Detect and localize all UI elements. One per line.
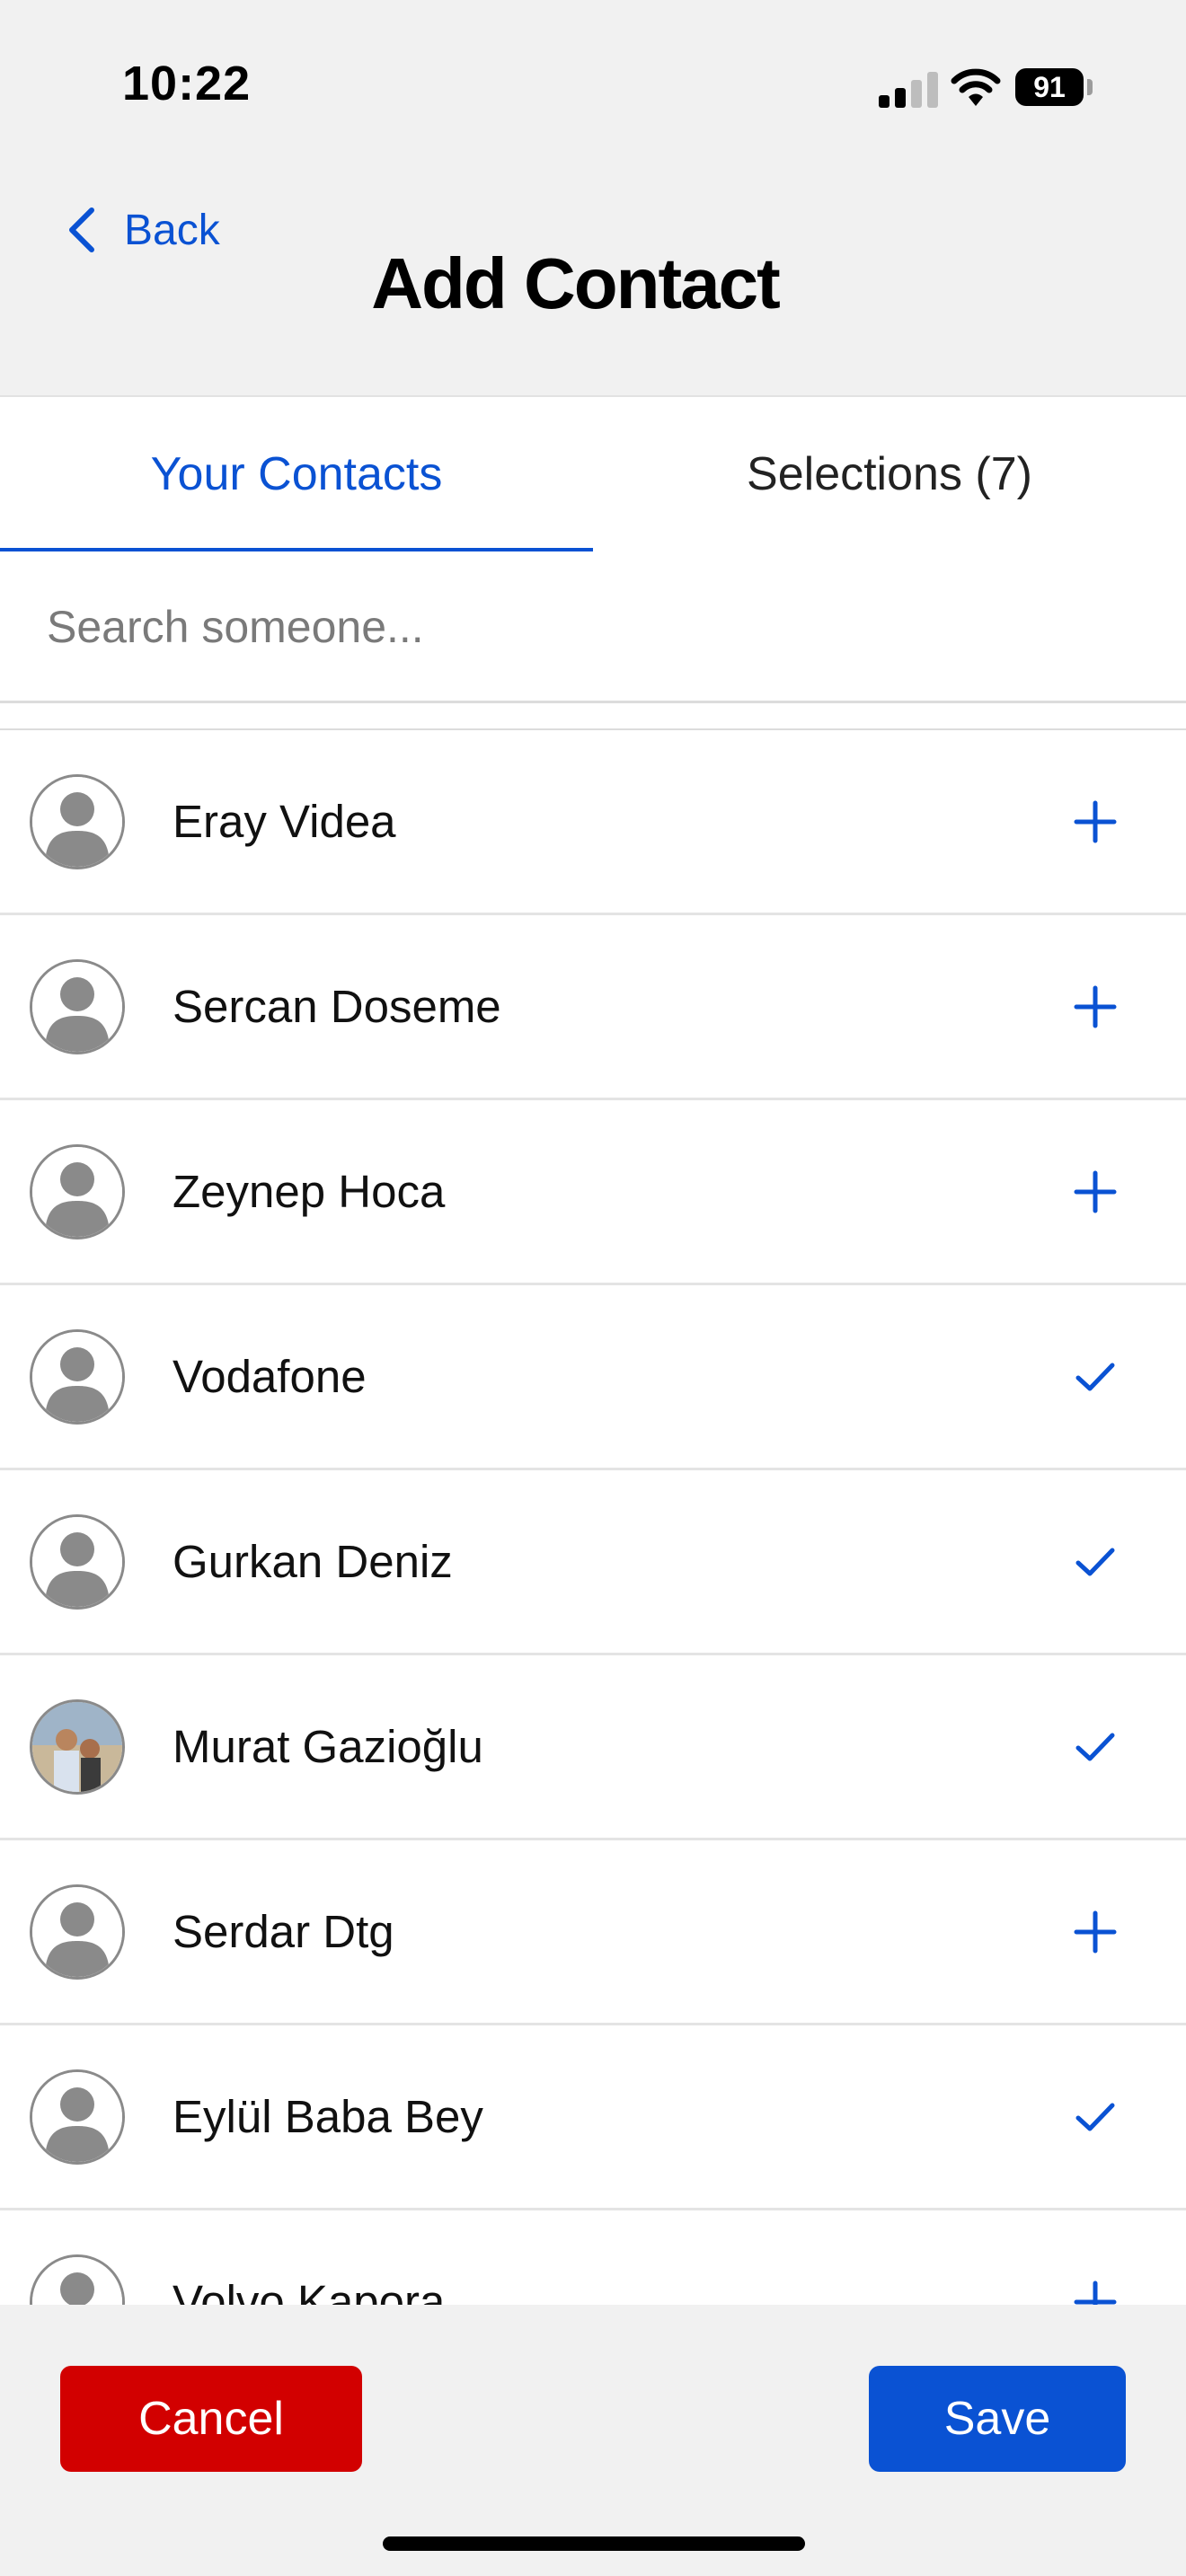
checkmark-icon[interactable] [1071,1353,1120,1401]
contact-row[interactable]: Murat Gazioğlu [0,1655,1186,1840]
home-indicator [383,2536,805,2551]
contact-name: Eylül Baba Bey [173,2091,483,2142]
contact-name: Murat Gazioğlu [173,1721,483,1772]
contact-row[interactable]: Vodafone [0,1285,1186,1470]
contact-name: Gurkan Deniz [173,1536,453,1587]
contact-name: Eray Videa [173,796,396,847]
contact-name: Sercan Doseme [173,981,501,1032]
cancel-button[interactable]: Cancel [60,2366,362,2472]
contact-name: Zeynep Hoca [173,1166,446,1217]
plus-icon[interactable] [1071,798,1120,846]
contact-row[interactable]: Volvo Kapora [0,2210,1186,2305]
avatar-placeholder-icon [30,1883,125,1980]
avatar-placeholder-icon [30,1513,125,1610]
contact-list[interactable]: Eray Videa Sercan Doseme Zeynep Hoca Vodafo… [0,730,1186,2305]
list-separator [0,703,1186,730]
contact-row[interactable]: Serdar Dtg [0,1840,1186,2025]
plus-icon[interactable] [1071,1908,1120,1956]
checkmark-icon[interactable] [1071,1538,1120,1586]
contact-row[interactable]: Gurkan Deniz [0,1470,1186,1655]
search-bar [0,551,1186,703]
battery-icon: 91 [1015,68,1084,106]
checkmark-icon[interactable] [1071,2093,1120,2141]
contact-name: Vodafone [173,1351,367,1402]
search-input[interactable] [45,551,1127,702]
contact-row[interactable]: Eray Videa [0,730,1186,915]
signal-icon [879,72,938,108]
avatar-placeholder-icon [30,1328,125,1425]
contact-photo [30,1698,125,1795]
contact-name: Serdar Dtg [173,1906,394,1957]
avatar-placeholder-icon [30,2254,125,2305]
contact-row[interactable]: Zeynep Hoca [0,1100,1186,1285]
status-time: 10:22 [122,57,252,110]
avatar-placeholder-icon [30,2069,125,2165]
checkmark-icon[interactable] [1071,1723,1120,1771]
contact-row[interactable]: Eylül Baba Bey [0,2025,1186,2210]
tab-selections[interactable]: Selections (7) [593,397,1186,551]
save-button[interactable]: Save [869,2366,1126,2472]
contact-row[interactable]: Sercan Doseme [0,915,1186,1100]
avatar-placeholder-icon [30,958,125,1054]
avatar-placeholder-icon [30,1143,125,1239]
page-title: Add Contact [371,243,781,323]
tab-bar: Your Contacts Selections (7) [0,395,1186,553]
tab-your-contacts[interactable]: Your Contacts [0,397,593,551]
avatar-placeholder-icon [30,773,125,869]
plus-icon[interactable] [1071,1168,1120,1216]
battery-tip [1087,79,1093,95]
status-bar: 10:22 91 [0,0,1186,171]
plus-icon[interactable] [1071,2278,1120,2305]
wifi-icon [951,66,1001,108]
contact-name: Volvo Kapora [173,2276,446,2305]
plus-icon[interactable] [1071,983,1120,1031]
